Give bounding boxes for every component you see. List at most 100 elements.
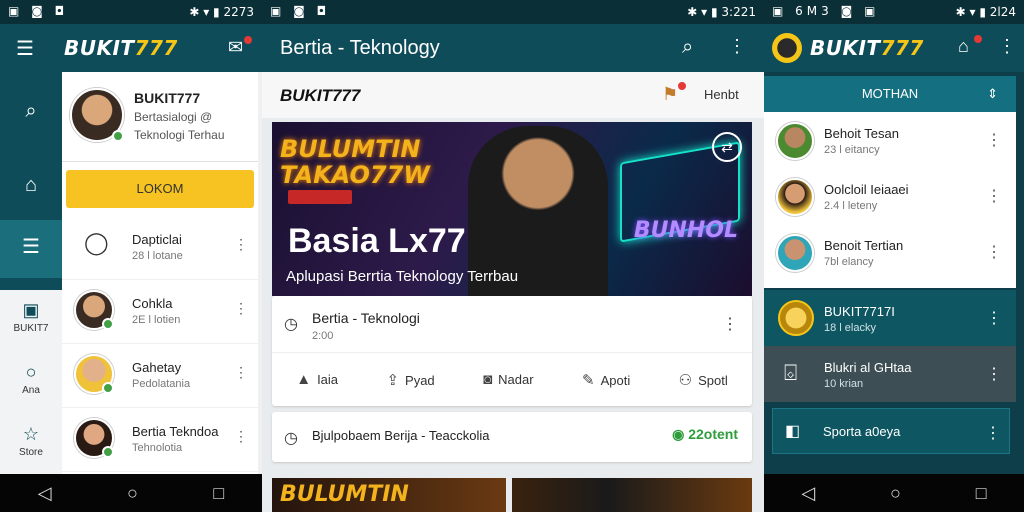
- share-icon[interactable]: ⇄: [712, 132, 742, 162]
- nav-rail-secondary: ▣ BUKIT7 ○ Ana ☆ Store: [0, 290, 62, 474]
- list-item[interactable]: Gahetay Pedolatania ⋮: [62, 344, 258, 408]
- list-item-blukri[interactable]: ⌺ Blukri al GHtaa 10 krian ⋮: [764, 346, 1016, 402]
- status-bar: ▣ ◙ ◘ ✱ ▾ ▮ 2273: [0, 0, 262, 24]
- person-sub: 23 l eitancy: [824, 144, 880, 156]
- contact-sub: Pedolatania: [132, 378, 191, 390]
- search-icon: ○: [25, 362, 37, 382]
- avatar: [74, 290, 114, 330]
- status-bar: ▣ 6M3 ◙ ▣ ✱ ▾ ▮ 2l24: [764, 0, 1024, 24]
- avatar: [776, 234, 814, 272]
- online-indicator: [112, 130, 124, 142]
- app-bar: Bertia - Teknology ⌕ ⋮: [262, 24, 764, 72]
- overflow-menu-icon[interactable]: ⋮: [998, 36, 1016, 57]
- list-item-bukit[interactable]: BUKIT7717I 18 l elacky ⋮: [764, 290, 1016, 346]
- profile-header[interactable]: BUKIT777 Bertasialogi @ Teknologi Terhau: [62, 72, 258, 162]
- spotl-button[interactable]: ⚇ Spotl: [679, 371, 728, 389]
- system-nav-bar: ◁ ○ □: [0, 474, 262, 512]
- thumbnail-right[interactable]: [512, 478, 752, 512]
- store-icon: ▣: [22, 300, 40, 320]
- notification-icon[interactable]: ⌂: [958, 36, 969, 57]
- hero-neon-right: BUNHOL: [633, 218, 738, 243]
- search-icon[interactable]: ⌕: [682, 36, 693, 59]
- more-icon[interactable]: ⋮: [234, 364, 248, 381]
- thumbnail-left[interactable]: BULUMTIN: [272, 478, 506, 512]
- home-icon[interactable]: ⌂: [0, 160, 62, 218]
- back-icon[interactable]: ◁: [801, 483, 815, 504]
- list-item[interactable]: Cohkla 2E l lotien ⋮: [62, 280, 258, 344]
- notification-icon[interactable]: ✉: [228, 37, 243, 58]
- overflow-menu-icon[interactable]: ⋮: [728, 36, 746, 57]
- chat-icon: ◙: [483, 371, 493, 388]
- more-icon[interactable]: ⋮: [986, 186, 1002, 206]
- notification-badge: [974, 35, 982, 43]
- menu-icon[interactable]: ☰: [16, 36, 34, 61]
- back-icon[interactable]: ◁: [38, 483, 52, 504]
- sports-item[interactable]: ◧ Sporta a0eya ⋮: [772, 408, 1010, 454]
- person-sub: 7bl elancy: [824, 256, 874, 268]
- rail-item-ana[interactable]: ○ Ana: [0, 352, 62, 414]
- list-item[interactable]: ◯ Dapticlai 28 l lotane ⋮: [62, 216, 258, 280]
- news-icon[interactable]: ☰: [0, 220, 62, 278]
- page-title: Bertia - Teknology: [280, 37, 440, 59]
- recents-icon[interactable]: □: [213, 483, 224, 504]
- search-icon[interactable]: ⌕: [0, 86, 62, 144]
- coin-icon: [778, 300, 814, 336]
- more-icon[interactable]: ⋮: [985, 423, 1001, 443]
- pyad-button[interactable]: ⇪ Pyad: [386, 371, 434, 389]
- person-sub: 2.4 l leteny: [824, 200, 878, 212]
- status-icons-right: ✱ ▾ ▮ 2273: [189, 5, 254, 19]
- status-badge: ◉ 22otent: [672, 426, 738, 442]
- more-icon[interactable]: ⋮: [986, 242, 1002, 262]
- app-bar: ☰ BUKIT777 ✉: [0, 24, 262, 72]
- rail-item-store[interactable]: ☆ Store: [0, 414, 62, 476]
- status-bar: ▣ ◙ ◘ ✱ ▾ ▮ 3:221: [262, 0, 764, 24]
- sports-label: Sporta a0eya: [823, 424, 901, 439]
- item-sub: 10 krian: [824, 378, 864, 390]
- nadar-button[interactable]: ◙ Nadar: [483, 371, 533, 388]
- hero-tag: [288, 190, 352, 204]
- system-nav-bar: ◁ ○ □: [764, 474, 1024, 512]
- action-row: ▲ Iaia ⇪ Pyad ◙ Nadar ✎ Apoti ⚇ Spotl: [272, 352, 752, 406]
- hero-banner[interactable]: BULUMTIN TAKAO77W BUNHOL Basia Lx77 Aplu…: [272, 122, 752, 296]
- collapse-icon[interactable]: ⇕: [987, 76, 998, 112]
- menu-header[interactable]: MOTHAN ⇕: [764, 76, 1016, 112]
- like-button[interactable]: ▲ Iaia: [296, 371, 338, 388]
- home-circle-icon[interactable]: ○: [890, 483, 901, 504]
- apoti-button[interactable]: ✎ Apoti: [582, 371, 630, 389]
- status-icons-right: ✱ ▾ ▮ 2l24: [955, 5, 1016, 19]
- header-action[interactable]: Henbt: [704, 87, 739, 102]
- more-icon[interactable]: ⋮: [722, 314, 738, 334]
- hero-neon-text: BULUMTIN TAKAO77W: [280, 135, 430, 189]
- refresh-icon: ◉: [672, 426, 689, 442]
- rail-item-bukit[interactable]: ▣ BUKIT7: [0, 290, 62, 352]
- home-circle-icon[interactable]: ○: [127, 483, 138, 504]
- more-icon[interactable]: ⋮: [234, 236, 248, 253]
- contact-sub: Tehnolotia: [132, 442, 183, 454]
- list-item[interactable]: Behoit Tesan 23 l eitancy ⋮: [764, 112, 1016, 168]
- online-indicator: [102, 318, 114, 330]
- hero-title: Basia Lx77: [288, 222, 466, 260]
- gift-icon[interactable]: ⚑: [662, 84, 678, 105]
- list-item[interactable]: Benoit Tertian 7bl elancy ⋮: [764, 224, 1016, 280]
- info-bar[interactable]: ◷ Bjulpobaem Berija - Teacckolia ◉ 22ote…: [272, 412, 752, 462]
- person-name: Behoit Tesan: [824, 126, 899, 141]
- drawer-panel: BUKIT777 Bertasialogi @ Teknologi Terhau…: [62, 72, 258, 474]
- contact-name: Bertia Tekndoa: [132, 424, 219, 439]
- more-icon[interactable]: ⋮: [986, 364, 1002, 384]
- users-icon: ⚇: [678, 371, 693, 389]
- more-icon[interactable]: ⋮: [986, 308, 1002, 328]
- list-item[interactable]: Bertia Tekndoa Tehnolotia ⋮: [62, 408, 258, 472]
- item-sub: 18 l elacky: [824, 322, 876, 334]
- more-icon[interactable]: ⋮: [234, 300, 248, 317]
- recents-icon[interactable]: □: [976, 483, 987, 504]
- list-item[interactable]: Oolcloil Ieiaaei 2.4 l leteny ⋮: [764, 168, 1016, 224]
- contact-name: Dapticlai: [132, 232, 182, 247]
- avatar: [70, 88, 124, 142]
- status-icons-left: ▣ ◙ ◘: [270, 4, 331, 18]
- online-indicator: [102, 382, 114, 394]
- person-name: Benoit Tertian: [824, 238, 904, 253]
- like-icon: ▲: [296, 371, 312, 388]
- more-icon[interactable]: ⋮: [986, 130, 1002, 150]
- more-icon[interactable]: ⋮: [234, 428, 248, 445]
- login-button[interactable]: LOKOM: [66, 170, 254, 208]
